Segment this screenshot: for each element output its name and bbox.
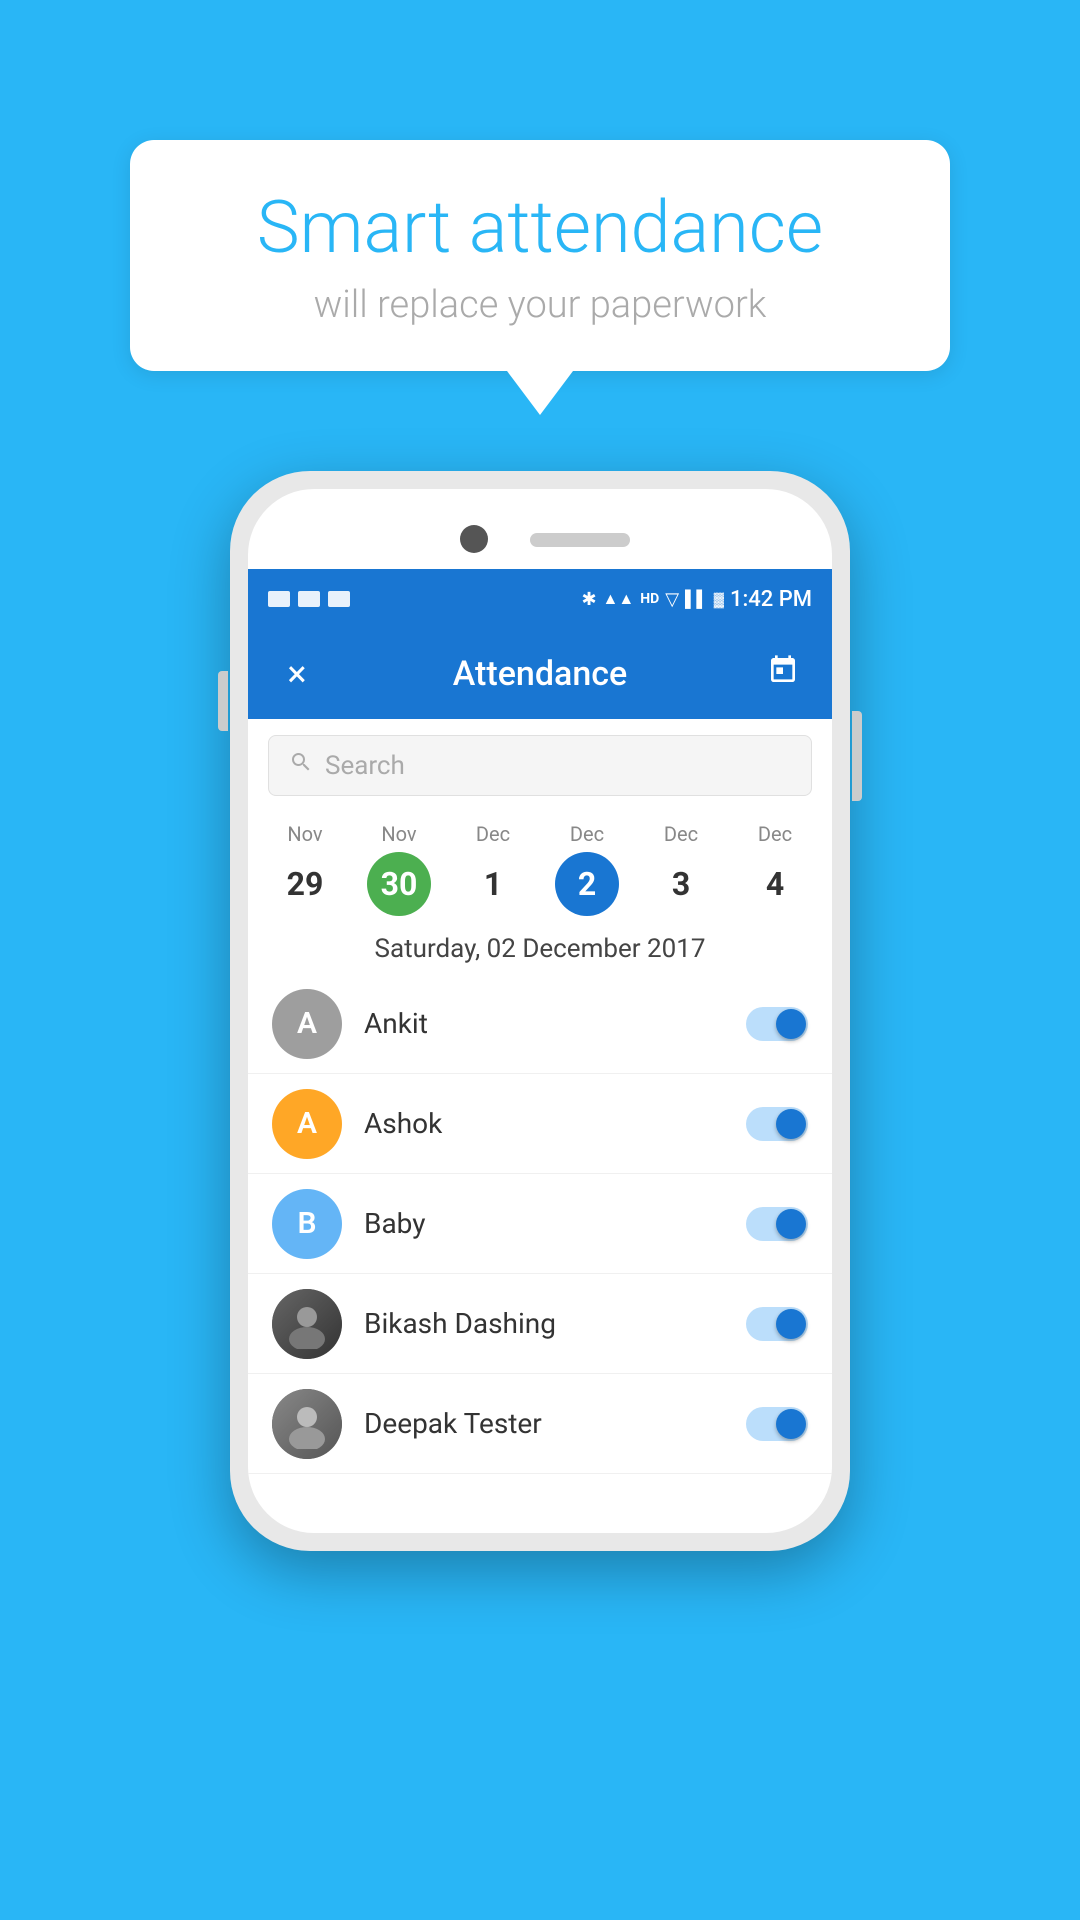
toggle-knob-ashok: [776, 1109, 806, 1139]
status-icon2: [298, 591, 320, 607]
student-name-ashok: Ashok: [364, 1107, 746, 1140]
signal2-icon: ▌▌: [685, 589, 708, 609]
student-item-bikash: Bikash Dashing: [248, 1274, 832, 1374]
volume-button: [218, 671, 228, 731]
toggle-knob-bikash: [776, 1309, 806, 1339]
yt-icon: [268, 591, 290, 607]
avatar-baby: B: [272, 1189, 342, 1259]
bubble-title: Smart attendance: [190, 188, 890, 267]
toggle-baby[interactable]: [746, 1207, 808, 1241]
student-item-ashok: A Ashok: [248, 1074, 832, 1174]
app-title: Attendance: [322, 654, 758, 694]
status-icon3: [328, 591, 350, 607]
calendar-strip: Nov 29 Nov 30 Dec 1 Dec 2: [248, 812, 832, 916]
status-icons-right: ✱ ▲▲ HD ▽ ▌▌ ▓ 1:42 PM: [581, 587, 812, 612]
toggle-knob-deepak: [776, 1409, 806, 1439]
app-bar: × Attendance: [248, 629, 832, 719]
calendar-button[interactable]: [758, 654, 808, 694]
bluetooth-icon: ✱: [581, 589, 596, 610]
close-button[interactable]: ×: [272, 653, 322, 695]
hd-badge: HD: [640, 591, 659, 607]
avatar-ankit: A: [272, 989, 342, 1059]
status-time: 1:42 PM: [730, 587, 812, 612]
status-icons-left: [268, 591, 350, 607]
phone-mockup: ✱ ▲▲ HD ▽ ▌▌ ▓ 1:42 PM × Attendance: [230, 471, 850, 1551]
student-item-deepak: Deepak Tester: [248, 1374, 832, 1474]
student-name-bikash: Bikash Dashing: [364, 1307, 746, 1340]
speech-bubble: Smart attendance will replace your paper…: [130, 140, 950, 371]
search-icon: [289, 750, 313, 781]
avatar-ashok: A: [272, 1089, 342, 1159]
student-name-deepak: Deepak Tester: [364, 1407, 746, 1440]
toggle-knob-baby: [776, 1209, 806, 1239]
toggle-knob-ankit: [776, 1009, 806, 1039]
toggle-bikash[interactable]: [746, 1307, 808, 1341]
student-item-baby: B Baby: [248, 1174, 832, 1274]
screen: ✱ ▲▲ HD ▽ ▌▌ ▓ 1:42 PM × Attendance: [248, 489, 832, 1533]
student-item-ankit: A Ankit: [248, 974, 832, 1074]
status-bar: ✱ ▲▲ HD ▽ ▌▌ ▓ 1:42 PM: [248, 569, 832, 629]
toggle-ankit[interactable]: [746, 1007, 808, 1041]
wifi-icon: ▽: [665, 589, 679, 610]
battery-icon: ▓: [714, 591, 724, 608]
toggle-ashok[interactable]: [746, 1107, 808, 1141]
cal-day-5[interactable]: Dec 4: [733, 822, 817, 916]
cal-day-2[interactable]: Dec 1: [451, 822, 535, 916]
cal-day-4[interactable]: Dec 3: [639, 822, 723, 916]
student-list: A Ankit A Ashok: [248, 974, 832, 1533]
cal-day-0[interactable]: Nov 29: [263, 822, 347, 916]
speaker: [530, 533, 630, 547]
avatar-deepak: [272, 1389, 342, 1459]
student-name-baby: Baby: [364, 1207, 746, 1240]
avatar-bikash: [272, 1289, 342, 1359]
student-name-ankit: Ankit: [364, 1007, 746, 1040]
search-bar[interactable]: Search: [268, 735, 812, 796]
bubble-subtitle: will replace your paperwork: [190, 283, 890, 327]
cal-day-1[interactable]: Nov 30: [357, 822, 441, 916]
camera: [460, 525, 488, 553]
toggle-deepak[interactable]: [746, 1407, 808, 1441]
cal-day-3[interactable]: Dec 2: [545, 822, 629, 916]
search-placeholder: Search: [325, 751, 405, 781]
signal-icon: ▲▲: [603, 589, 635, 609]
selected-date-label: Saturday, 02 December 2017: [248, 916, 832, 974]
power-button: [852, 711, 862, 801]
